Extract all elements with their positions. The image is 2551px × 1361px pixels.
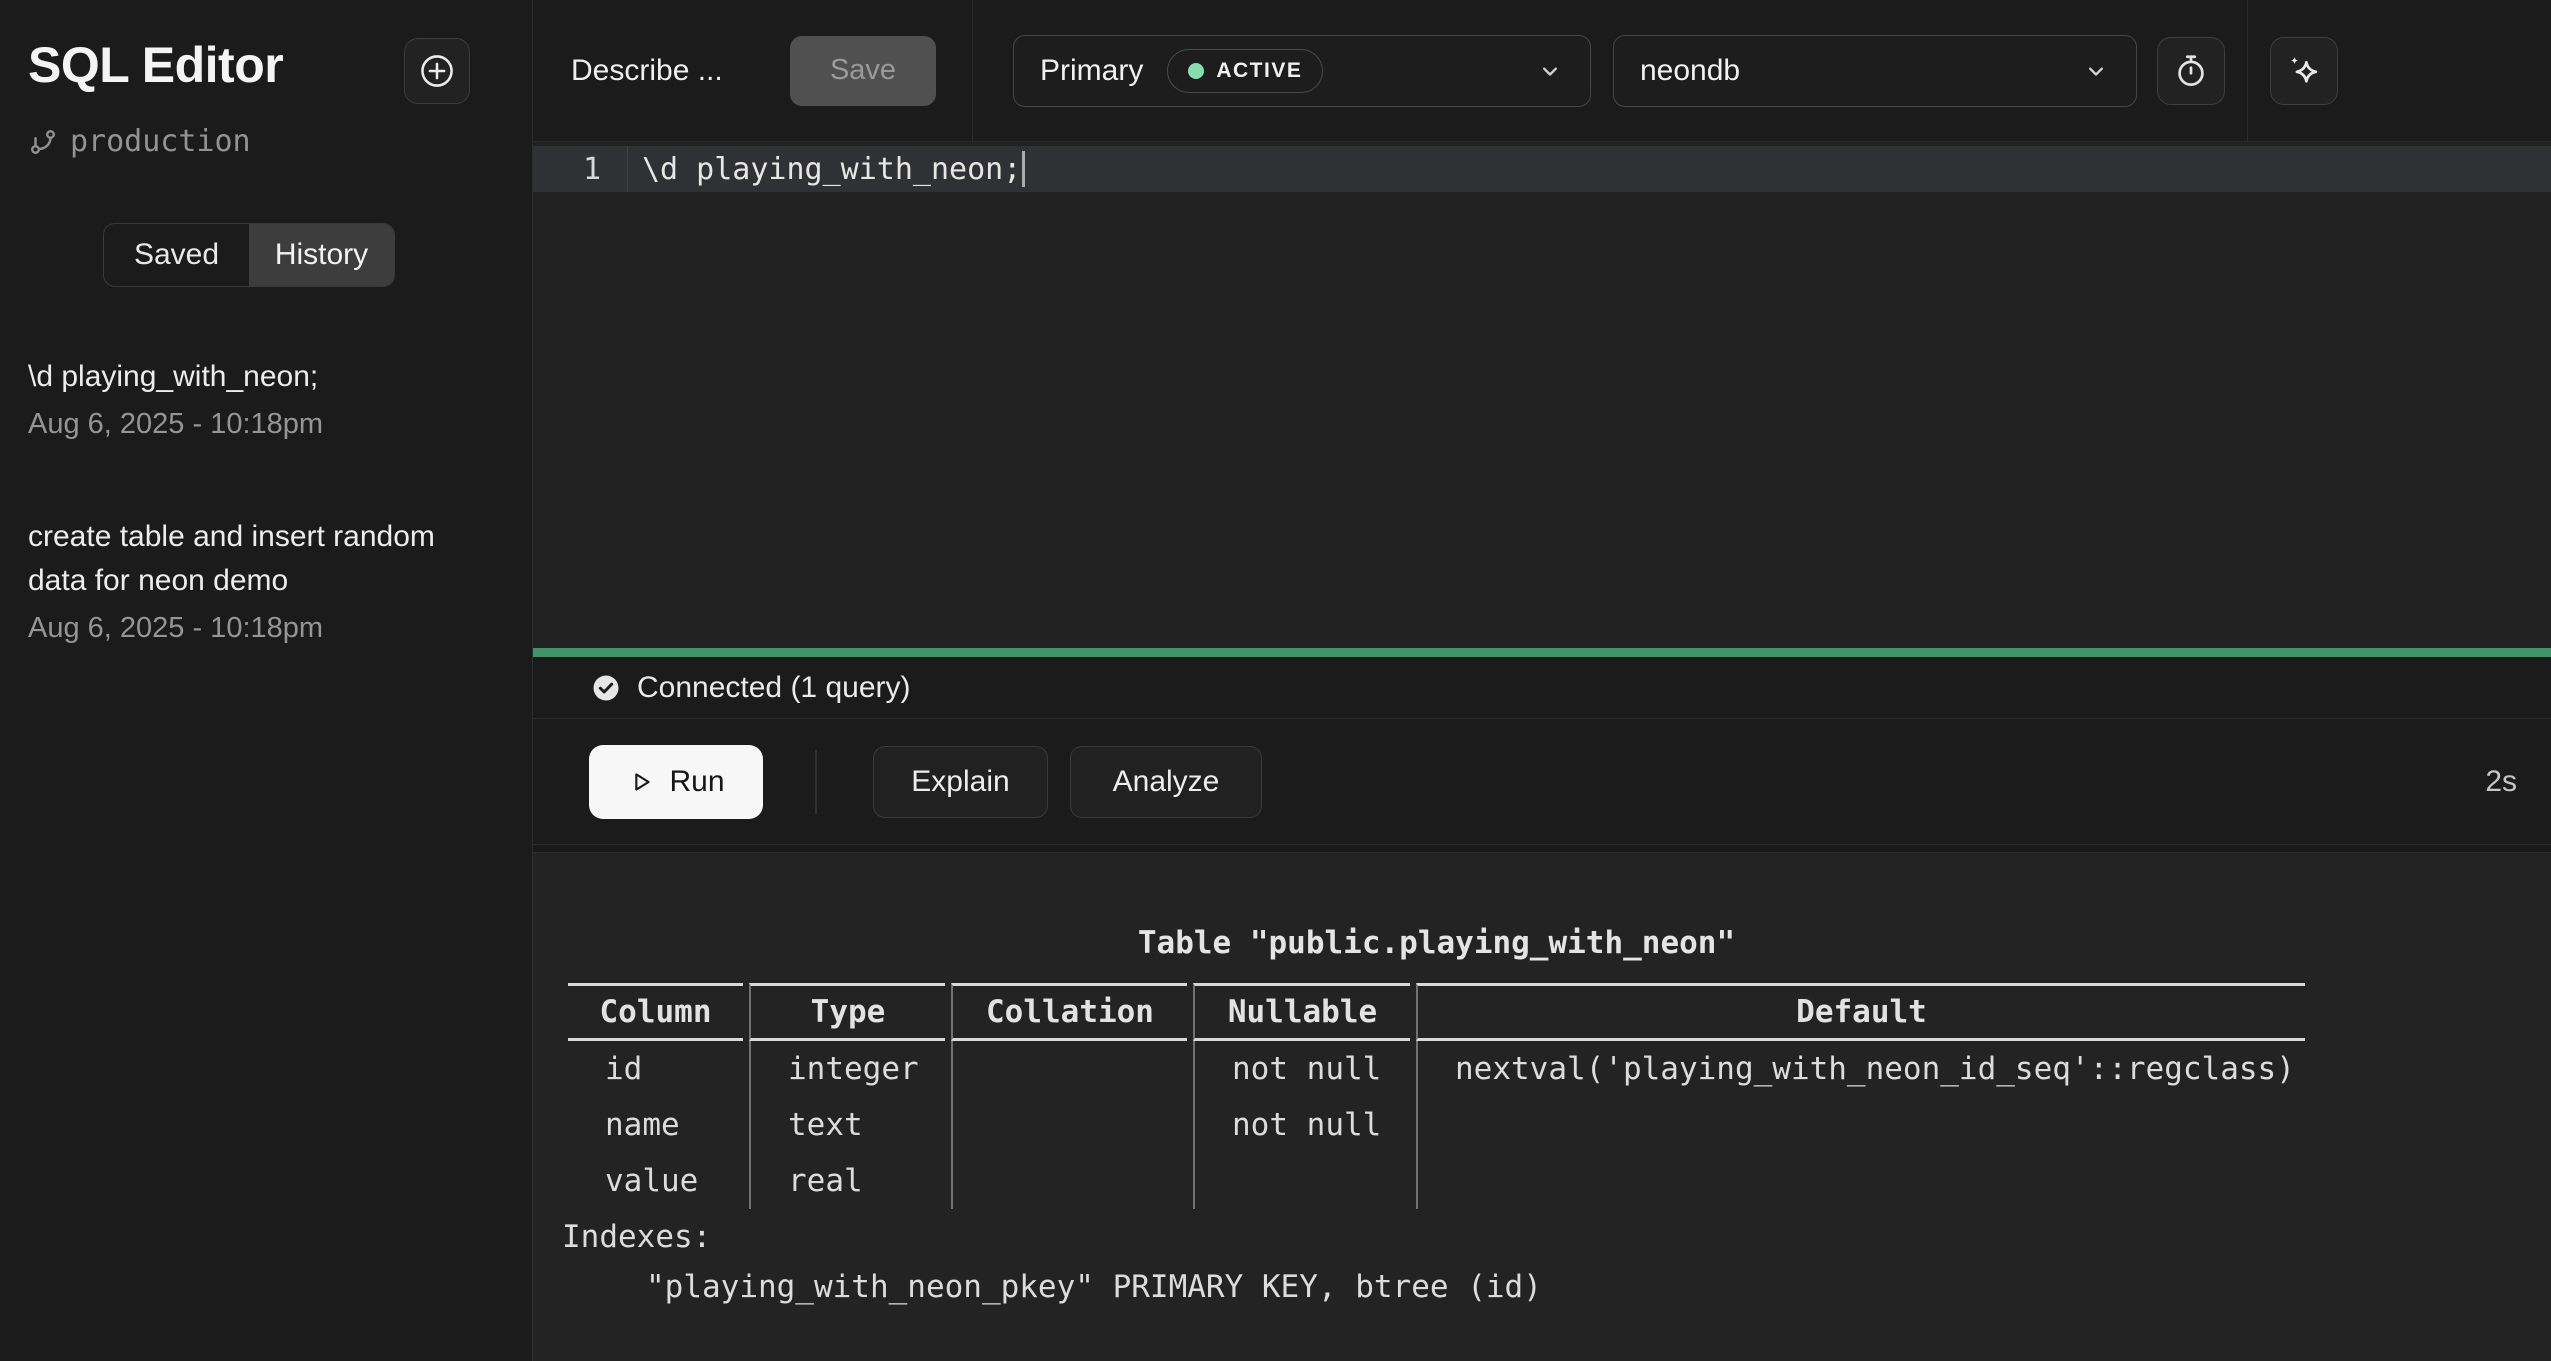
explain-button[interactable]: Explain: [873, 746, 1048, 818]
sidebar-header: SQL Editor: [28, 0, 532, 104]
sql-code-editor[interactable]: 1 \d playing_with_neon;: [533, 142, 2551, 648]
topbar-query-section: Describe ... Save: [533, 0, 973, 141]
sparkles-icon: [2285, 52, 2323, 90]
table-cell: real: [749, 1153, 945, 1209]
branch-indicator: production: [28, 124, 532, 159]
active-status-dot: [1188, 63, 1204, 79]
main-panel: Describe ... Save Primary ACTIVE neondb: [533, 0, 2551, 1361]
new-query-button[interactable]: [404, 38, 470, 104]
table-cell: not null: [1193, 1097, 1410, 1153]
topbar: Describe ... Save Primary ACTIVE neondb: [533, 0, 2551, 142]
table-cell: [951, 1153, 1187, 1209]
topbar-controls: Primary ACTIVE neondb: [973, 0, 2551, 141]
database-select-value: neondb: [1640, 54, 1740, 88]
ai-assist-button[interactable]: [2270, 37, 2338, 105]
indexes-section: Indexes: "playing_with_neon_pkey" PRIMAR…: [562, 1219, 2551, 1305]
table-cell: integer: [749, 1041, 945, 1097]
code-text: \d playing_with_neon;: [642, 152, 1021, 187]
index-definition: "playing_with_neon_pkey" PRIMARY KEY, bt…: [562, 1269, 2551, 1305]
sidebar: SQL Editor pro: [0, 0, 533, 1361]
database-select[interactable]: neondb: [1613, 35, 2137, 107]
page-title: SQL Editor: [28, 36, 283, 94]
status-badge: ACTIVE: [1167, 49, 1323, 93]
table-cell: nextval('playing_with_neon_id_seq'::regc…: [1416, 1041, 2305, 1097]
chevron-down-icon: [2082, 57, 2110, 85]
describe-table: Column Type Collation Nullable Default i…: [562, 983, 2311, 1209]
section-gap: [533, 845, 2551, 852]
table-cell: id: [568, 1041, 743, 1097]
status-badge-label: ACTIVE: [1216, 59, 1302, 83]
stopwatch-icon: [2173, 53, 2209, 89]
history-item[interactable]: \d playing_with_neon; Aug 6, 2025 - 10:1…: [28, 355, 492, 441]
text-cursor: [1022, 151, 1025, 187]
table-cell: name: [568, 1097, 743, 1153]
table-header-row: Column Type Collation Nullable Default: [568, 983, 2305, 1041]
history-list: \d playing_with_neon; Aug 6, 2025 - 10:1…: [28, 355, 532, 645]
editor-active-line[interactable]: 1 \d playing_with_neon;: [533, 146, 2551, 192]
branch-name: production: [70, 124, 251, 159]
column-header: Column: [568, 983, 743, 1041]
connection-status-text: Connected (1 query): [637, 671, 911, 705]
connection-status-bar: Connected (1 query): [533, 657, 2551, 719]
query-title: Describe ...: [571, 54, 723, 88]
sql-editor-app: SQL Editor pro: [0, 0, 2551, 1361]
tab-history[interactable]: History: [249, 224, 394, 286]
table-cell: not null: [1193, 1041, 1410, 1097]
run-button[interactable]: Run: [589, 745, 763, 819]
column-header: Type: [749, 983, 945, 1041]
topbar-divider: [2247, 0, 2248, 141]
table-cell: [951, 1097, 1187, 1153]
table-cell: [1193, 1153, 1410, 1209]
table-cell: [1416, 1097, 2305, 1153]
table-row: name text not null: [568, 1097, 2305, 1153]
git-branch-icon: [28, 127, 58, 157]
play-icon: [627, 768, 655, 796]
history-item-title: create table and insert random data for …: [28, 515, 492, 603]
query-results-panel: Table "public.playing_with_neon" Column …: [533, 852, 2551, 1361]
check-circle-icon: [591, 673, 621, 703]
table-cell: value: [568, 1153, 743, 1209]
history-item-title: \d playing_with_neon;: [28, 355, 492, 399]
saved-history-toggle: Saved History: [103, 223, 395, 287]
history-item-date: Aug 6, 2025 - 10:18pm: [28, 408, 492, 441]
action-divider: [815, 750, 817, 814]
chevron-down-icon: [1536, 57, 1564, 85]
analyze-button[interactable]: Analyze: [1070, 746, 1262, 818]
result-table-title: Table "public.playing_with_neon": [562, 925, 2311, 961]
plus-circle-icon: [418, 52, 456, 90]
history-item-date: Aug 6, 2025 - 10:18pm: [28, 612, 492, 645]
history-item[interactable]: create table and insert random data for …: [28, 515, 492, 645]
line-number: 1: [533, 146, 628, 192]
elapsed-time: 2s: [2485, 765, 2523, 799]
action-bar: Run Explain Analyze 2s: [533, 719, 2551, 845]
code-line[interactable]: \d playing_with_neon;: [628, 151, 1025, 187]
table-cell: text: [749, 1097, 945, 1153]
column-header: Default: [1416, 983, 2305, 1041]
query-timing-button[interactable]: [2157, 37, 2225, 105]
tab-saved[interactable]: Saved: [104, 224, 249, 286]
table-row: id integer not null nextval('playing_wit…: [568, 1041, 2305, 1097]
branch-select-value: Primary: [1040, 54, 1143, 88]
branch-select[interactable]: Primary ACTIVE: [1013, 35, 1591, 107]
save-button[interactable]: Save: [790, 36, 936, 106]
table-cell: [951, 1041, 1187, 1097]
indexes-label: Indexes:: [562, 1219, 2551, 1255]
query-progress-bar: [533, 648, 2551, 657]
run-button-label: Run: [669, 765, 724, 799]
table-row: value real: [568, 1153, 2305, 1209]
table-cell: [1416, 1153, 2305, 1209]
column-header: Collation: [951, 983, 1187, 1041]
column-header: Nullable: [1193, 983, 1410, 1041]
